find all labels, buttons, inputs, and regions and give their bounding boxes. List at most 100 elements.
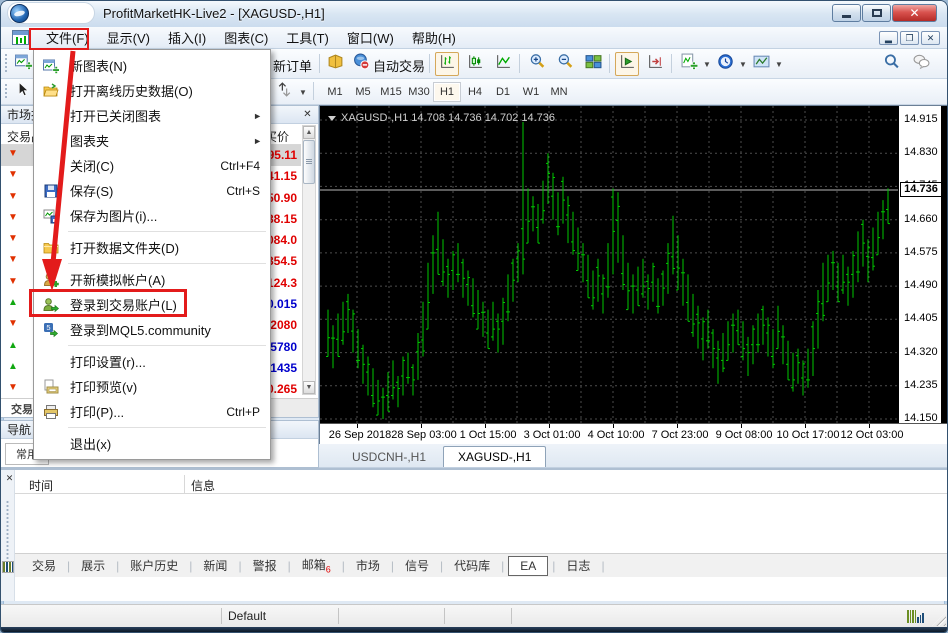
timeframe-w1[interactable]: W1 xyxy=(517,82,545,102)
periods-button[interactable] xyxy=(713,52,737,76)
new-order-button[interactable]: 新订单 xyxy=(273,56,312,75)
chart-tab-usdcnh[interactable]: USDCNH-,H1 xyxy=(337,446,441,467)
line-chart-button[interactable] xyxy=(491,52,515,76)
timeframe-h4[interactable]: H4 xyxy=(461,82,489,102)
templates-dropdown[interactable]: ▼ xyxy=(775,60,783,69)
chart-canvas[interactable]: XAGUSD-,H1 14.708 14.736 14.702 14.736 xyxy=(320,106,898,423)
close-button[interactable]: ✕ xyxy=(892,4,937,22)
timeframe-m15[interactable]: M15 xyxy=(377,82,405,102)
symbols-button[interactable] xyxy=(273,81,295,102)
file-menu-item-8[interactable]: 打开数据文件夹(D) xyxy=(34,235,270,260)
menubar-item-3[interactable]: 图表(C) xyxy=(215,26,277,49)
chart-shift-button[interactable] xyxy=(643,52,667,76)
resize-grip[interactable] xyxy=(932,612,946,626)
price-axis[interactable]: 14.91514.83014.74514.66014.57514.49014.4… xyxy=(898,106,942,423)
toolbar-grip[interactable] xyxy=(4,53,8,74)
periods-dropdown[interactable]: ▼ xyxy=(739,60,747,69)
file-menu-item-5[interactable]: 保存(S)Ctrl+S xyxy=(34,178,270,203)
new-chart-button[interactable] xyxy=(11,52,35,76)
menubar-item-6[interactable]: 帮助(H) xyxy=(403,26,465,49)
terminal-tab-1[interactable]: 展示 xyxy=(72,555,114,576)
file-menu-item-2[interactable]: 打开已关闭图表► xyxy=(34,103,270,128)
auto-trading-icon[interactable] xyxy=(349,52,373,76)
scroll-down-icon[interactable]: ▼ xyxy=(303,381,315,394)
chart-tab-xagusd[interactable]: XAGUSD-,H1 xyxy=(443,446,546,467)
column-time[interactable]: 时间 xyxy=(29,477,53,494)
symbols-dropdown[interactable]: ▼ xyxy=(299,88,307,97)
file-menu-item-15[interactable]: 打印预览(v) xyxy=(34,374,270,399)
template-icon xyxy=(753,53,770,75)
time-axis[interactable]: 26 Sep 201828 Sep 03:001 Oct 15:003 Oct … xyxy=(320,423,948,445)
chat-button[interactable] xyxy=(909,52,933,76)
file-menu-item-14[interactable]: 打印设置(r)... xyxy=(34,349,270,374)
templates-button[interactable] xyxy=(749,52,773,76)
auto-trading-button[interactable]: 自动交易 xyxy=(373,56,425,75)
tab-separator: | xyxy=(440,559,443,573)
file-menu-item-12[interactable]: 5登录到MQL5.community xyxy=(34,317,270,342)
zoom-in-button[interactable] xyxy=(525,52,549,76)
timeframe-m5[interactable]: M5 xyxy=(349,82,377,102)
terminal-tab-10[interactable]: 日志 xyxy=(557,555,599,576)
terminal-tab-0[interactable]: 交易 xyxy=(23,555,65,576)
mdi-close-button[interactable]: ✕ xyxy=(921,31,940,45)
terminal-tab-4[interactable]: 警报 xyxy=(244,555,286,576)
terminal-tab-3[interactable]: 新闻 xyxy=(194,555,236,576)
maximize-button[interactable] xyxy=(862,4,891,22)
file-menu-item-10[interactable]: 开新模拟帐户(A) xyxy=(34,267,270,292)
terminal-tab-8[interactable]: 代码库 xyxy=(445,555,499,576)
terminal-tab-2[interactable]: 账户历史 xyxy=(121,555,187,576)
profile-name[interactable]: Default xyxy=(228,609,266,623)
column-message[interactable]: 信息 xyxy=(191,477,215,494)
market-watch-scrollbar[interactable]: ▲ ▼ xyxy=(302,125,316,395)
menubar-item-0[interactable]: 文件(F) xyxy=(37,26,98,49)
market-watch-close-icon[interactable]: ✕ xyxy=(301,108,314,121)
file-menu-item-18[interactable]: 退出(x) xyxy=(34,431,270,456)
file-menu-item-11[interactable]: 登录到交易账户(L) xyxy=(34,292,270,317)
file-menu-item-1[interactable]: 打开离线历史数据(O) xyxy=(34,78,270,103)
folder-icon xyxy=(38,239,64,257)
menubar-item-5[interactable]: 窗口(W) xyxy=(338,26,403,49)
submenu-arrow-icon: ► xyxy=(253,111,262,121)
terminal-tab-7[interactable]: 信号 xyxy=(396,555,438,576)
history-center-icon[interactable] xyxy=(323,52,347,76)
menu-item-label: 登录到交易账户(L) xyxy=(70,295,177,314)
title-bar[interactable]: ProfitMarketHK-Live2 - [XAGUSD-,H1] ✕ xyxy=(1,1,947,27)
menubar-item-1[interactable]: 显示(V) xyxy=(98,26,159,49)
indicators-dropdown[interactable]: ▼ xyxy=(703,60,711,69)
terminal-close-icon[interactable]: ✕ xyxy=(4,473,15,484)
timeframe-m30[interactable]: M30 xyxy=(405,82,433,102)
timeframe-d1[interactable]: D1 xyxy=(489,82,517,102)
scroll-up-icon[interactable]: ▲ xyxy=(303,126,315,139)
file-menu-item-4[interactable]: 关闭(C)Ctrl+F4 xyxy=(34,153,270,178)
bar-chart-button[interactable] xyxy=(435,52,459,76)
file-menu-item-0[interactable]: 新图表(N) xyxy=(34,53,270,78)
chart-window-icon[interactable] xyxy=(12,30,29,45)
terminal-tab-6[interactable]: 市场 xyxy=(347,555,389,576)
file-menu-item-16[interactable]: 打印(P)...Ctrl+P xyxy=(34,399,270,424)
menubar-item-4[interactable]: 工具(T) xyxy=(277,26,338,49)
tile-windows-button[interactable] xyxy=(581,52,605,76)
search-button[interactable] xyxy=(879,52,903,76)
file-menu-item-6[interactable]: 保存为图片(i)... xyxy=(34,203,270,228)
cursor-button[interactable] xyxy=(11,81,33,102)
timeframe-h1[interactable]: H1 xyxy=(433,82,461,102)
toolbar-grip[interactable] xyxy=(4,83,8,100)
auto-scroll-button[interactable] xyxy=(615,52,639,76)
column-divider[interactable] xyxy=(184,475,185,493)
menubar-item-2[interactable]: 插入(I) xyxy=(159,26,215,49)
timeframe-m1[interactable]: M1 xyxy=(321,82,349,102)
mdi-restore-button[interactable]: ❐ xyxy=(900,31,919,45)
terminal-grip[interactable] xyxy=(1,470,15,601)
time-label: 9 Oct 08:00 xyxy=(716,429,773,441)
timeframe-mn[interactable]: MN xyxy=(545,82,573,102)
price-chart[interactable]: XAGUSD-,H1 14.708 14.736 14.702 14.736 xyxy=(320,106,898,423)
terminal-tab-9[interactable]: EA xyxy=(508,556,548,576)
scrollbar-thumb[interactable] xyxy=(303,140,315,184)
minimize-button[interactable] xyxy=(832,4,861,22)
file-menu-item-3[interactable]: 图表夹► xyxy=(34,128,270,153)
candlestick-button[interactable] xyxy=(463,52,487,76)
terminal-tab-5[interactable]: 邮箱6 xyxy=(293,554,340,576)
mdi-minimize-button[interactable]: ▂ xyxy=(879,31,898,45)
zoom-out-button[interactable] xyxy=(553,52,577,76)
indicators-button[interactable] xyxy=(677,52,701,76)
